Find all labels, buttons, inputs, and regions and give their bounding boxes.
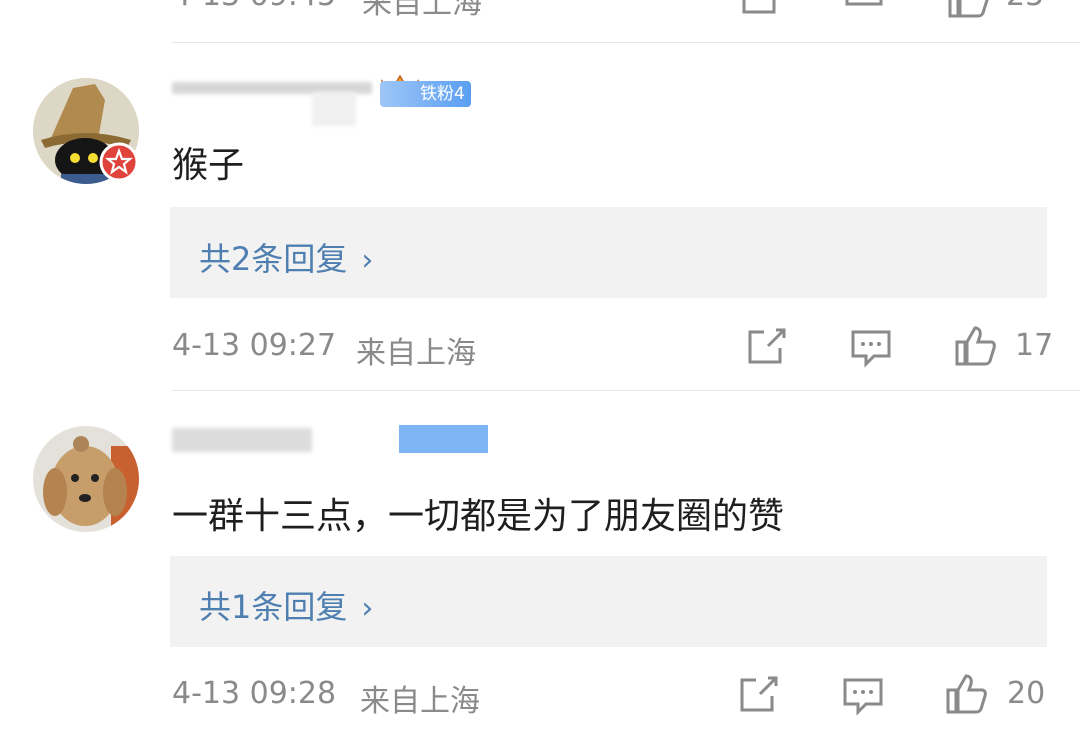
timestamp: 4-13 09:28 [172, 676, 337, 711]
like-count: 25 [1006, 0, 1044, 13]
chevron-right-icon: › [361, 591, 374, 626]
comment-text: 一群十三点，一切都是为了朋友圈的赞 [172, 496, 785, 537]
comment-icon[interactable] [842, 676, 884, 716]
divider [172, 42, 1080, 43]
share-icon[interactable] [746, 326, 788, 366]
username-redacted[interactable] [172, 428, 312, 452]
previous-comment-meta: 4-13 09:45 来自上海 25 [172, 0, 1080, 21]
reply-count-link[interactable]: 共2条回复 › [199, 234, 373, 280]
comment-text: 猴子 [172, 145, 245, 186]
fan-level-label: 铁粉4 [420, 84, 465, 104]
member-badge [399, 425, 488, 453]
like-count: 20 [1007, 676, 1046, 711]
share-icon[interactable] [740, 0, 780, 16]
reply-count-text: 共1条回复 [199, 588, 348, 626]
reply-box[interactable]: 共2条回复 › [170, 207, 1047, 298]
avatar-image [33, 426, 139, 532]
timestamp: 4-13 09:27 [172, 328, 337, 363]
comment-meta: 4-13 09:27 来自上海 17 [172, 326, 1080, 371]
timestamp: 4-13 09:45 [172, 0, 336, 13]
avatar[interactable] [33, 426, 139, 532]
comment-icon[interactable] [844, 0, 884, 16]
like-icon[interactable] [944, 674, 990, 716]
verified-badge-icon [99, 142, 139, 182]
fan-level-badge: 铁粉4 [380, 81, 471, 107]
location: 来自上海 [362, 0, 482, 21]
reply-count-text: 共2条回复 [199, 240, 348, 278]
like-icon[interactable] [953, 326, 999, 368]
username-redacted [312, 92, 356, 126]
reply-count-link[interactable]: 共1条回复 › [199, 582, 373, 628]
comment-icon[interactable] [850, 328, 892, 368]
chevron-right-icon: › [361, 243, 374, 278]
like-count: 17 [1015, 328, 1054, 363]
reply-box[interactable]: 共1条回复 › [170, 556, 1047, 647]
comment-meta: 4-13 09:28 来自上海 20 [172, 674, 1080, 719]
location: 来自上海 [356, 336, 476, 371]
divider [172, 390, 1080, 391]
location: 来自上海 [360, 684, 480, 719]
like-icon[interactable] [946, 0, 990, 18]
share-icon[interactable] [738, 674, 780, 714]
